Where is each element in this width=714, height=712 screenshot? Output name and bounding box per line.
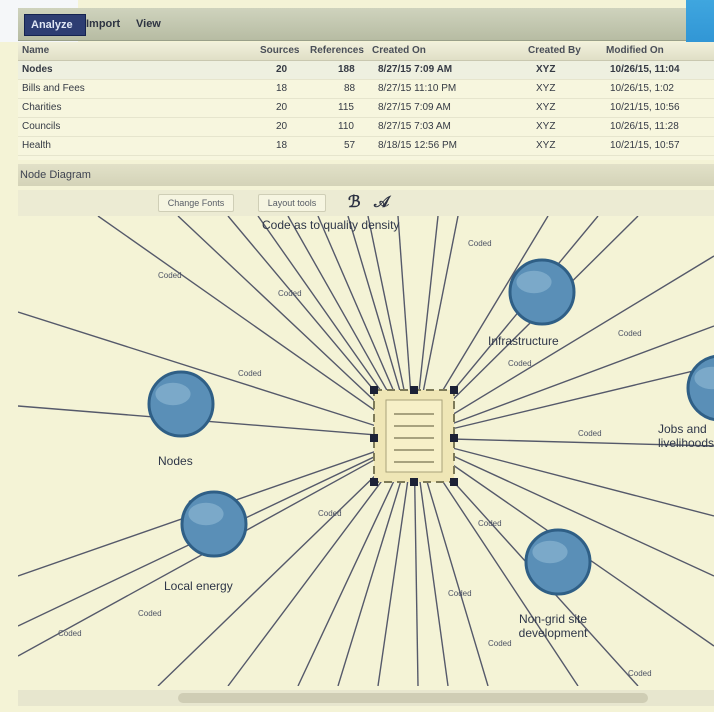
edge-label: Coded — [628, 669, 652, 678]
edge-label: Coded — [468, 239, 492, 248]
column-header-created-on[interactable]: Created On — [372, 42, 426, 60]
cell-modified-on: 10/26/15, 11:28 — [610, 121, 679, 132]
node-label-nodes: Nodes — [158, 454, 193, 468]
ribbon: Analyze Import View — [18, 8, 686, 41]
change-fonts-button[interactable]: Change Fonts — [158, 194, 234, 212]
cell-modified-on: 10/21/15, 10:56 — [610, 102, 680, 113]
node-highlight — [155, 382, 191, 406]
cell-references: 188 — [338, 64, 355, 75]
column-header-created-by[interactable]: Created By — [528, 42, 581, 60]
diagram-edge — [18, 311, 415, 439]
cell-modified-on: 10/26/15, 1:02 — [610, 83, 674, 94]
selection-handle — [450, 434, 458, 442]
cell-created-on: 8/27/15 7:09 AM — [378, 102, 451, 113]
selection-handle — [410, 478, 418, 486]
bold-icon[interactable]: ℬ — [348, 192, 361, 211]
tab-analyze[interactable]: Analyze — [24, 14, 86, 36]
edge-label: Coded — [478, 519, 502, 528]
node-label-quality: Code as to quality density — [262, 218, 400, 232]
cell-created-by: XYZ — [536, 83, 556, 94]
diagram-canvas[interactable]: Coded Coded Coded Coded Coded Coded Coded Coded… — [18, 216, 714, 686]
edge-label: Coded — [508, 359, 532, 368]
diagram-edge — [18, 405, 415, 439]
node-local-energy — [180, 490, 248, 558]
node-highlight — [188, 502, 224, 526]
cell-name: Bills and Fees — [22, 83, 85, 94]
italic-icon[interactable]: 𝒜 — [374, 192, 389, 212]
cell-created-by: XYZ — [536, 64, 556, 75]
scrollbar-thumb[interactable] — [178, 693, 648, 703]
selection-handle — [450, 386, 458, 394]
diagram-svg: Coded Coded Coded Coded Coded Coded Coded Coded… — [18, 216, 714, 686]
edge-label: Coded — [238, 369, 262, 378]
horizontal-scrollbar[interactable] — [18, 690, 714, 706]
cell-name: Charities — [22, 102, 62, 113]
node-label-jobs: Jobs and livelihoods — [658, 422, 714, 450]
column-header-sources[interactable]: Sources — [260, 42, 299, 60]
cell-created-by: XYZ — [536, 140, 556, 151]
cell-references: 57 — [344, 140, 356, 151]
cell-references: 110 — [338, 121, 354, 132]
edge-label: Coded — [448, 589, 472, 598]
column-header-name[interactable]: Name — [22, 42, 49, 60]
edge-label: Coded — [618, 329, 642, 338]
edge-label: Coded — [488, 639, 512, 648]
cell-name: Health — [22, 140, 51, 151]
edge-label: Coded — [138, 609, 162, 618]
edge-label: Coded — [58, 629, 82, 638]
table-row[interactable]: Nodes 20 188 8/27/15 7:09 AM XYZ 10/26/1… — [18, 61, 714, 80]
cell-references: 88 — [344, 83, 356, 94]
tab-view[interactable]: View — [130, 14, 167, 34]
edge-label: Coded — [318, 509, 342, 518]
cell-modified-on: 10/21/15, 10:57 — [610, 140, 680, 151]
cell-created-by: XYZ — [536, 121, 556, 132]
edge-label: Coded — [158, 271, 182, 280]
edge-label: Coded — [578, 429, 602, 438]
app-window: Analyze Import View Name Sources Referen… — [0, 0, 714, 712]
selection-handle — [450, 478, 458, 486]
cell-created-on: 8/27/15 11:10 PM — [378, 83, 457, 94]
edge-label: Coded — [278, 289, 302, 298]
table-row[interactable]: Councils 20 110 8/27/15 7:03 AM XYZ 10/2… — [18, 118, 714, 137]
cell-modified-on: 10/26/15, 11:04 — [610, 64, 680, 75]
cell-sources: 18 — [276, 140, 288, 151]
cell-name: Councils — [22, 121, 61, 132]
node-list-table: Name Sources References Created On Creat… — [18, 42, 714, 160]
cell-created-on: 8/27/15 7:09 AM — [378, 64, 453, 75]
cell-name: Nodes — [22, 64, 53, 75]
selection-handle — [410, 386, 418, 394]
cell-created-on: 8/27/15 7:03 AM — [378, 121, 451, 132]
cell-references: 115 — [338, 102, 354, 113]
node-nodes — [147, 370, 215, 438]
tab-import[interactable]: Import — [80, 14, 126, 34]
cell-sources: 20 — [276, 64, 288, 75]
diagram-toolbar: Change Fonts Layout tools ℬ 𝒜 — [18, 190, 714, 216]
node-highlight — [532, 540, 568, 564]
cell-sources: 20 — [276, 121, 288, 132]
node-label-infrastructure: Infrastructure — [488, 334, 559, 348]
selection-handle — [370, 434, 378, 442]
table-row[interactable]: Health 18 57 8/18/15 12:56 PM XYZ 10/21/… — [18, 137, 714, 156]
table-row[interactable]: Charities 20 115 8/27/15 7:09 AM XYZ 10/… — [18, 99, 714, 118]
selection-handle — [370, 478, 378, 486]
layout-tools-button[interactable]: Layout tools — [258, 194, 326, 212]
column-header-modified-on[interactable]: Modified On — [606, 42, 664, 60]
node-label-local-energy: Local energy — [164, 579, 233, 593]
table-header: Name Sources References Created On Creat… — [18, 42, 714, 61]
table-row[interactable]: Bills and Fees 18 88 8/27/15 11:10 PM XY… — [18, 80, 714, 99]
selection-handle — [370, 386, 378, 394]
node-highlight — [516, 270, 552, 294]
cell-created-by: XYZ — [536, 102, 556, 113]
document-icon — [385, 399, 443, 473]
cell-sources: 20 — [276, 102, 288, 113]
column-header-references[interactable]: References — [310, 42, 364, 60]
cell-sources: 18 — [276, 83, 288, 94]
diagram-panel-title: Node Diagram — [18, 164, 714, 186]
node-infrastructure — [508, 258, 576, 326]
cell-created-on: 8/18/15 12:56 PM — [378, 140, 457, 151]
node-label-development: Non-grid site development — [518, 612, 588, 640]
node-development — [524, 528, 592, 596]
